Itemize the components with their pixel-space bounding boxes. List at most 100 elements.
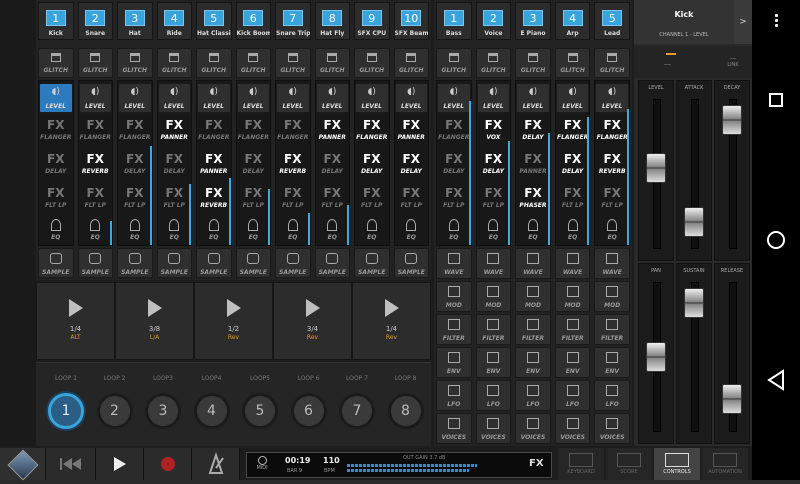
- filter-button[interactable]: FILTER: [594, 314, 630, 345]
- fx-slot-button[interactable]: FX VOX: [477, 115, 511, 147]
- fx-slot-button[interactable]: FX REVERB: [197, 183, 231, 215]
- glitch-button[interactable]: GLITCH: [475, 48, 512, 78]
- play-button[interactable]: [96, 448, 144, 480]
- app-logo-button[interactable]: [0, 448, 46, 481]
- loop-slot[interactable]: LOOP5 5: [236, 363, 284, 447]
- filter-button[interactable]: FILTER: [475, 314, 512, 345]
- fx-slot-button[interactable]: FX PANNER: [395, 115, 429, 147]
- fader-knob[interactable]: [722, 384, 742, 414]
- level-button[interactable]: ◖) LEVEL: [555, 83, 590, 113]
- inspector-header[interactable]: Kick CHANNEL 1 - LEVEL: [634, 0, 734, 44]
- fx-slot-button[interactable]: FX DELAY: [237, 149, 271, 181]
- eq-button[interactable]: EQ: [39, 217, 73, 245]
- fx-slot-button[interactable]: FX PANNER: [516, 149, 550, 181]
- sample-button[interactable]: SAMPLE: [354, 248, 390, 278]
- glitch-button[interactable]: GLITCH: [594, 48, 630, 78]
- channel-header[interactable]: 2 Voice: [475, 2, 512, 40]
- channel-header[interactable]: 3 Hat: [117, 2, 153, 40]
- wave-button[interactable]: WAVE: [554, 248, 591, 279]
- fx-slot-button[interactable]: FX PANNER: [158, 115, 192, 147]
- channel-header[interactable]: 1 Kick: [38, 2, 74, 40]
- eq-button[interactable]: EQ: [595, 217, 629, 245]
- loop-slot[interactable]: LOOP 1 1: [42, 363, 90, 447]
- fx-slot-button[interactable]: FX FLANGER: [237, 115, 271, 147]
- level-button[interactable]: ◖) LEVEL: [118, 83, 152, 113]
- filter-button[interactable]: FILTER: [515, 314, 551, 345]
- fx-slot-button[interactable]: FX FLT LP: [395, 183, 429, 215]
- eq-button[interactable]: EQ: [556, 217, 590, 245]
- glitch-button[interactable]: GLITCH: [515, 48, 551, 78]
- fx-slot-button[interactable]: FX FLT LP: [595, 183, 629, 215]
- glitch-button[interactable]: GLITCH: [436, 48, 472, 78]
- fx-slot-button[interactable]: FX FLANGER: [39, 115, 73, 147]
- home-button[interactable]: [752, 220, 800, 260]
- loop-slot[interactable]: LOOP 6 6: [285, 363, 333, 447]
- fader-knob[interactable]: [722, 105, 742, 135]
- level-button[interactable]: ◖) LEVEL: [437, 83, 471, 113]
- fx-slot-button[interactable]: FX REVERB: [79, 149, 113, 181]
- fx-slot-button[interactable]: FX FLT LP: [316, 183, 350, 215]
- tab-controls[interactable]: CONTROLS: [654, 448, 700, 480]
- fx-slot-button[interactable]: FX DELAY: [516, 115, 550, 147]
- voices-button[interactable]: VOICES: [554, 413, 591, 444]
- sample-button[interactable]: SAMPLE: [77, 248, 113, 278]
- fx-slot-button[interactable]: FX FLT LP: [477, 183, 511, 215]
- level-button[interactable]: ◖) LEVEL: [595, 83, 629, 113]
- fader-control[interactable]: DECAY: [714, 80, 750, 261]
- fx-slot-button[interactable]: FX FLANGER: [595, 115, 629, 147]
- channel-header[interactable]: 7 Snare Trip ...: [275, 2, 311, 40]
- channel-header[interactable]: 5 Lead: [594, 2, 630, 40]
- sample-button[interactable]: SAMPLE: [275, 248, 311, 278]
- loop-button[interactable]: 4: [193, 393, 230, 429]
- loop-slot[interactable]: LOOP 7 7: [333, 363, 381, 447]
- fx-slot-button[interactable]: FX FLANGER: [197, 115, 231, 147]
- link-button[interactable]: — LINK: [722, 54, 744, 68]
- eq-button[interactable]: EQ: [316, 217, 350, 245]
- level-button[interactable]: ◖) LEVEL: [157, 83, 191, 113]
- glitch-button[interactable]: GLITCH: [354, 48, 390, 78]
- lfo-button[interactable]: LFO: [594, 380, 630, 411]
- loop-slot[interactable]: LOOP4 4: [188, 363, 236, 447]
- eq-button[interactable]: EQ: [477, 217, 511, 245]
- fx-slot-button[interactable]: FX FLT LP: [79, 183, 113, 215]
- level-button[interactable]: ◖) LEVEL: [394, 83, 428, 113]
- glitch-button[interactable]: GLITCH: [38, 48, 74, 78]
- glitch-button[interactable]: GLITCH: [275, 48, 311, 78]
- sample-button[interactable]: SAMPLE: [196, 248, 232, 278]
- mod-button[interactable]: MOD: [475, 281, 512, 312]
- fx-slot-button[interactable]: FX REVERB: [276, 149, 310, 181]
- loop-slot[interactable]: LOOP 8 8: [382, 363, 430, 447]
- wave-button[interactable]: WAVE: [515, 248, 551, 279]
- glitch-button[interactable]: GLITCH: [314, 48, 350, 78]
- fx-slot-button[interactable]: FX DELAY: [39, 149, 73, 181]
- fx-slot-button[interactable]: FX FLT LP: [237, 183, 271, 215]
- lfo-button[interactable]: LFO: [554, 380, 591, 411]
- sample-button[interactable]: SAMPLE: [38, 248, 74, 278]
- eq-button[interactable]: EQ: [158, 217, 192, 245]
- channel-header[interactable]: 4 Arp: [554, 2, 591, 40]
- fx-slot-button[interactable]: FX DELAY: [158, 149, 192, 181]
- metronome-button[interactable]: [192, 448, 240, 480]
- fx-slot-button[interactable]: FX FLANGER: [556, 115, 590, 147]
- mod-button[interactable]: MOD: [554, 281, 591, 312]
- channel-header[interactable]: 8 Hat Fly: [314, 2, 350, 40]
- loop-button[interactable]: 5: [242, 393, 278, 429]
- level-button[interactable]: ◖) LEVEL: [516, 83, 550, 113]
- fx-slot-button[interactable]: FX FLANGER: [437, 115, 471, 147]
- loop-button[interactable]: 8: [387, 393, 424, 429]
- voices-button[interactable]: VOICES: [515, 413, 551, 444]
- out-gain-meter[interactable]: [347, 464, 519, 472]
- loop-button[interactable]: 6: [290, 393, 327, 429]
- fx-slot-button[interactable]: FX FLT LP: [276, 183, 310, 215]
- next-arrow-button[interactable]: >: [734, 0, 752, 44]
- sequencer-pad[interactable]: 1/4 Rev: [352, 282, 431, 360]
- channel-header[interactable]: 10 SFX Beamup: [393, 2, 429, 40]
- mod-button[interactable]: MOD: [515, 281, 551, 312]
- env-button[interactable]: ENV: [554, 347, 591, 378]
- channel-header[interactable]: 3 E Piano: [515, 2, 551, 40]
- level-button[interactable]: ◖) LEVEL: [39, 83, 73, 113]
- glitch-button[interactable]: GLITCH: [235, 48, 271, 78]
- fader-control[interactable]: PAN: [638, 263, 674, 444]
- filter-button[interactable]: FILTER: [436, 314, 472, 345]
- fx-slot-button[interactable]: FX FLT LP: [39, 183, 73, 215]
